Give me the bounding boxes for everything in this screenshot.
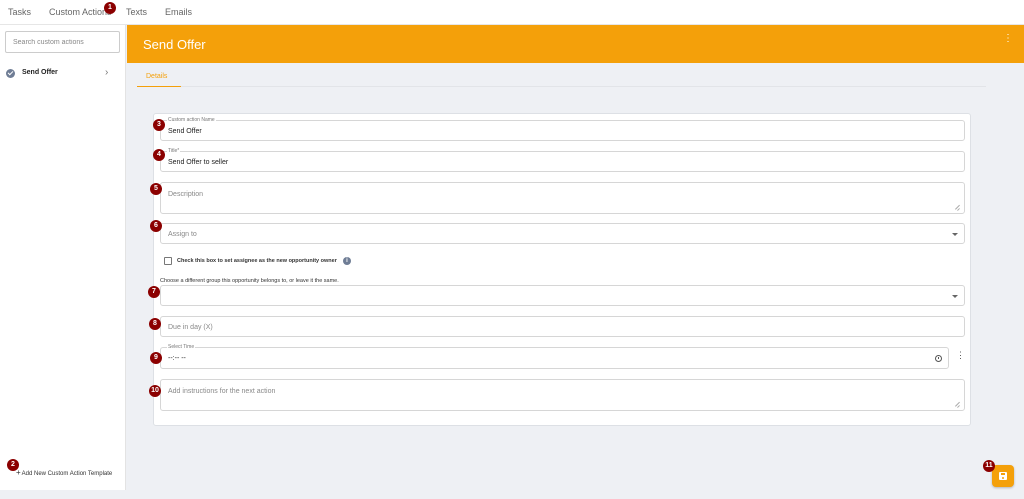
tab-texts[interactable]: Texts [126,7,147,17]
tab-details-label: Details [146,73,168,80]
tab-divider [181,86,986,87]
add-template-label: Add New Custom Action Template [21,471,113,477]
add-template-button[interactable]: +Add New Custom Action Template [16,468,112,477]
annotation-marker: 4 [153,149,165,161]
owner-checkbox[interactable] [164,257,172,265]
annotation-marker: 1 [104,2,116,14]
field-value: Send Offer [168,128,202,135]
info-icon[interactable]: i [343,257,351,265]
kebab-menu-icon[interactable]: ⋮ [1003,34,1013,44]
owner-checkbox-label: Check this box to set assignee as the ne… [177,258,337,264]
field-legend: Custom action Name [167,117,216,123]
field-placeholder: Due in day (X) [168,324,213,331]
sidebar: Send Offer › +Add New Custom Action Temp… [0,25,126,490]
sidebar-item-label: Send Offer [22,69,58,76]
clock-icon[interactable] [935,355,942,362]
field-legend: Select Time [167,344,196,350]
annotation-marker: 3 [153,119,165,131]
assign-to-select[interactable]: Assign to [160,223,965,244]
field-legend: Title* [167,148,181,154]
field-value: --:-- -- [168,355,186,362]
annotation-marker: 6 [150,220,162,232]
check-circle-icon [6,69,15,78]
top-nav: Tasks Custom Actions Texts Emails [0,0,1024,25]
annotation-marker: 2 [7,459,19,471]
resize-handle-icon[interactable] [955,204,960,209]
sidebar-item-send-offer[interactable]: Send Offer › [6,67,116,81]
due-in-day-field[interactable]: Due in day (X) [160,316,965,337]
custom-action-name-field[interactable]: Custom action Name Send Offer [160,117,965,141]
time-options-kebab-icon[interactable]: ⋮ [956,351,965,360]
caret-down-icon [952,295,958,298]
search-input[interactable] [5,31,120,53]
page-header: Send Offer ⋮ [127,25,1024,63]
page-title: Send Offer [143,37,206,52]
annotation-marker: 10 [149,385,161,397]
field-placeholder: Description [168,191,204,198]
annotation-marker: 8 [149,318,161,330]
instructions-field[interactable]: Add instructions for the next action [160,379,965,411]
select-time-field[interactable]: Select Time --:-- -- [160,344,949,369]
field-value: Send Offer to seller [168,159,229,166]
group-label: Choose a different group this opportunit… [160,278,339,284]
tab-emails[interactable]: Emails [165,7,192,17]
tab-custom-actions[interactable]: Custom Actions [49,7,112,17]
floppy-disk-icon [999,472,1007,480]
annotation-marker: 9 [150,352,162,364]
group-select[interactable] [160,285,965,306]
title-field[interactable]: Title* Send Offer to seller [160,148,965,172]
description-field[interactable]: Description [160,182,965,214]
caret-down-icon [952,233,958,236]
annotation-marker: 11 [983,460,995,472]
save-button[interactable] [992,465,1014,487]
tab-details[interactable]: Details [137,70,181,87]
annotation-marker: 5 [150,183,162,195]
annotation-marker: 7 [148,286,160,298]
resize-handle-icon[interactable] [955,401,960,406]
field-placeholder: Assign to [168,231,197,238]
tab-tasks[interactable]: Tasks [8,7,31,17]
chevron-right-icon: › [105,67,109,78]
field-placeholder: Add instructions for the next action [168,388,276,395]
